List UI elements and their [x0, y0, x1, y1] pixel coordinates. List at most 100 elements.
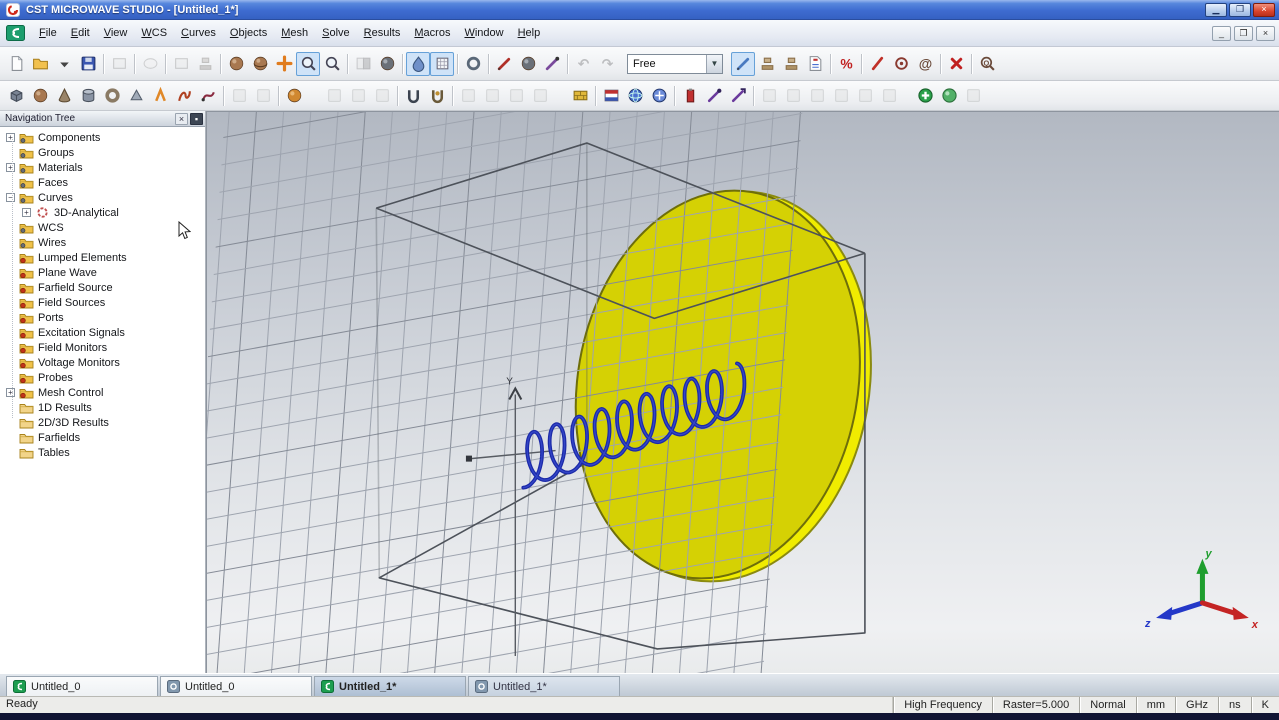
create-curve-button[interactable] — [172, 84, 196, 108]
clear-picks-button[interactable] — [944, 52, 968, 76]
menu-results[interactable]: Results — [357, 24, 408, 42]
menu-window[interactable]: Window — [457, 24, 510, 42]
discrete-port-button[interactable] — [702, 84, 726, 108]
tree-item-probes[interactable]: Probes — [2, 370, 205, 385]
wcs-link-button[interactable] — [461, 52, 485, 76]
copy-stamp-button[interactable] — [755, 52, 779, 76]
save-file-button[interactable] — [76, 52, 100, 76]
tree-item-mesh-control[interactable]: +Mesh Control — [2, 385, 205, 400]
rotate-view-button[interactable] — [224, 52, 248, 76]
maximize-button[interactable]: ❒ — [1229, 3, 1251, 17]
child-close-button[interactable]: × — [1256, 26, 1275, 41]
create-brick-button[interactable] — [4, 84, 28, 108]
tree-item-farfield-source[interactable]: Farfield Source — [2, 280, 205, 295]
create-loft-button[interactable] — [148, 84, 172, 108]
zoom-in-button[interactable] — [296, 52, 320, 76]
axes-toggle-button[interactable] — [406, 52, 430, 76]
menu-solve[interactable]: Solve — [315, 24, 357, 42]
fit-view-button[interactable] — [375, 52, 399, 76]
menu-edit[interactable]: Edit — [64, 24, 97, 42]
tab-untitled-1--3[interactable]: Untitled_1* — [468, 676, 620, 696]
spin-view-button[interactable] — [248, 52, 272, 76]
panel-pin-icon[interactable]: ▪ — [190, 113, 203, 125]
child-minimize-button[interactable]: _ — [1212, 26, 1231, 41]
child-restore-button[interactable]: ❐ — [1234, 26, 1253, 41]
tree-item-excitation-signals[interactable]: Excitation Signals — [2, 325, 205, 340]
open-file-button[interactable] — [28, 52, 52, 76]
tree-expand-icon[interactable]: − — [6, 193, 15, 202]
create-torus-button[interactable] — [100, 84, 124, 108]
tree-expand-icon[interactable]: + — [22, 208, 31, 217]
boolean-insert-button[interactable] — [425, 84, 449, 108]
zoom-out-button[interactable] — [320, 52, 344, 76]
tab-untitled-0-1[interactable]: Untitled_0 — [160, 676, 312, 696]
paste-stamp-button[interactable] — [779, 52, 803, 76]
material-sphere-button[interactable] — [282, 84, 306, 108]
combo-dropdown-icon[interactable]: ▼ — [706, 55, 722, 73]
boolean-tool-button[interactable]: % — [834, 52, 858, 76]
waveguide-port-button[interactable] — [678, 84, 702, 108]
lumped-element-button[interactable] — [726, 84, 750, 108]
tree-item-lumped-elements[interactable]: Lumped Elements — [2, 250, 205, 265]
tree-item-field-sources[interactable]: Field Sources — [2, 295, 205, 310]
symmetry-planes-button[interactable] — [647, 84, 671, 108]
pick-line-button[interactable] — [865, 52, 889, 76]
tree-expand-icon[interactable]: + — [6, 133, 15, 142]
workplane-toggle-button[interactable] — [430, 52, 454, 76]
tree-item-wires[interactable]: Wires — [2, 235, 205, 250]
tree-item-wcs[interactable]: WCS — [2, 220, 205, 235]
boolean-add-button[interactable] — [401, 84, 425, 108]
pan-view-button[interactable] — [272, 52, 296, 76]
material-library-button[interactable] — [568, 84, 592, 108]
close-button[interactable]: × — [1253, 3, 1275, 17]
create-sphere-button[interactable] — [28, 84, 52, 108]
tree-item-voltage-monitors[interactable]: Voltage Monitors — [2, 355, 205, 370]
menu-mesh[interactable]: Mesh — [274, 24, 315, 42]
start-solver-button[interactable] — [913, 84, 937, 108]
panel-close-icon[interactable]: × — [175, 113, 188, 125]
background-material-button[interactable] — [599, 84, 623, 108]
3d-viewport[interactable]: Y y z x — [206, 111, 1279, 673]
create-extrusion-button[interactable] — [124, 84, 148, 108]
create-3d-curve-button[interactable] — [196, 84, 220, 108]
tree-item-curves[interactable]: −Curves — [2, 190, 205, 205]
create-cylinder-button[interactable] — [76, 84, 100, 108]
menu-macros[interactable]: Macros — [407, 24, 457, 42]
new-file-button[interactable] — [4, 52, 28, 76]
menu-file[interactable]: File — [32, 24, 64, 42]
pick-rotation-button[interactable]: @ — [913, 52, 937, 76]
tab-untitled-1--2[interactable]: Untitled_1* — [314, 676, 466, 696]
zoom-selection-button[interactable]: Q — [975, 52, 999, 76]
tree-item-materials[interactable]: +Materials — [2, 160, 205, 175]
tree-item-groups[interactable]: Groups — [2, 145, 205, 160]
tree-expand-icon[interactable]: + — [6, 388, 15, 397]
menu-curves[interactable]: Curves — [174, 24, 223, 42]
tree-item-ports[interactable]: Ports — [2, 310, 205, 325]
3d-scene[interactable]: Y y z x — [207, 112, 1279, 673]
edit-properties-button[interactable] — [731, 52, 755, 76]
tree-item-3d-analytical[interactable]: +3D-Analytical — [2, 205, 205, 220]
tree-expand-icon[interactable]: + — [6, 163, 15, 172]
menu-wcs[interactable]: WCS — [134, 24, 174, 42]
pick-point-button[interactable] — [540, 52, 564, 76]
open-dropdown-button[interactable] — [52, 52, 76, 76]
tab-untitled-0-0[interactable]: Untitled_0 — [6, 676, 158, 696]
view-mode-combobox[interactable]: Free ▼ — [627, 54, 723, 74]
create-cone-button[interactable] — [52, 84, 76, 108]
tree-item-tables[interactable]: Tables — [2, 445, 205, 460]
tree-item-faces[interactable]: Faces — [2, 175, 205, 190]
pick-edge-button[interactable] — [492, 52, 516, 76]
tree-item-2d-3d-results[interactable]: 2D/3D Results — [2, 415, 205, 430]
minimize-button[interactable]: ▁ — [1205, 3, 1227, 17]
menu-help[interactable]: Help — [511, 24, 548, 42]
tree-item-components[interactable]: +Components — [2, 130, 205, 145]
pick-center-button[interactable] — [889, 52, 913, 76]
tree-item-1d-results[interactable]: 1D Results — [2, 400, 205, 415]
export-object-button[interactable] — [803, 52, 827, 76]
pick-face-button[interactable] — [516, 52, 540, 76]
optimizer-button[interactable] — [937, 84, 961, 108]
menu-objects[interactable]: Objects — [223, 24, 274, 42]
menu-view[interactable]: View — [97, 24, 135, 42]
boundary-conditions-button[interactable] — [623, 84, 647, 108]
tree-item-field-monitors[interactable]: Field Monitors — [2, 340, 205, 355]
